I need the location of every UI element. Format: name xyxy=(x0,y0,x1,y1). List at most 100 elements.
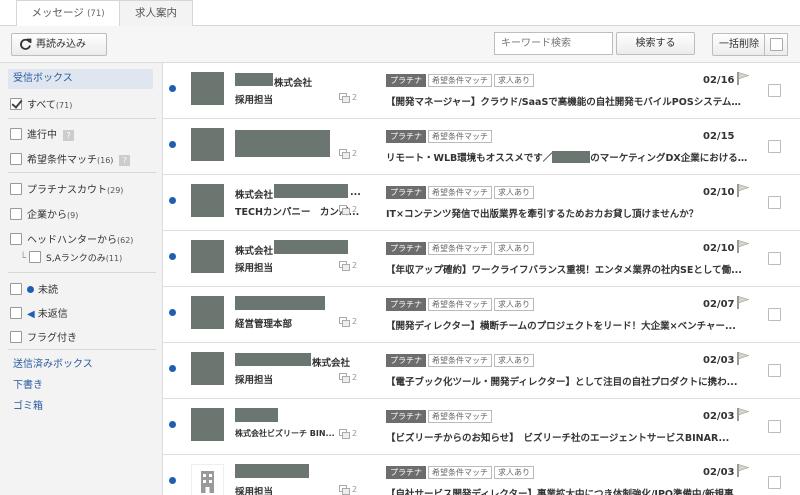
in-progress-checkbox[interactable] xyxy=(10,128,22,140)
sidebar-item-platinum-scout[interactable]: プラチナスカウト(29) xyxy=(10,181,123,196)
platinum-tag: プラチナ xyxy=(386,242,426,255)
row-checkbox[interactable] xyxy=(768,84,781,97)
subject-part: のマーケティングDX企業における... xyxy=(590,153,748,164)
messages-icon xyxy=(339,149,350,159)
platinum-checkbox[interactable] xyxy=(10,183,22,195)
job-tag: 求人あり xyxy=(494,186,534,199)
sidebar-item-all[interactable]: すべて(71) xyxy=(10,96,72,111)
unread-indicator xyxy=(169,421,176,428)
tab-jobs[interactable]: 求人案内 xyxy=(119,0,193,26)
message-subject[interactable]: 【年収アップ確約】ワークライフバランス重視！エンタメ業界の社内SEとして働... xyxy=(386,262,748,276)
row-checkbox[interactable] xyxy=(768,308,781,321)
message-subject[interactable]: 【ビズリーチからのお知らせ】 ビズリーチ社のエージェントサービスBINAR... xyxy=(386,430,748,444)
sidebar-unreplied-label: 未返信 xyxy=(37,309,68,320)
message-count-value: 2 xyxy=(352,205,358,214)
message-count: 2 xyxy=(339,93,357,103)
row-checkbox[interactable] xyxy=(768,140,781,153)
row-checkbox[interactable] xyxy=(768,196,781,209)
all-checkbox[interactable] xyxy=(10,98,22,110)
search-input[interactable] xyxy=(494,32,613,55)
row-checkbox[interactable] xyxy=(768,252,781,265)
divider xyxy=(8,172,156,173)
avatar xyxy=(191,408,224,441)
message-row[interactable]: 採用担当 2 プラチナ 希望条件マッチ 求人あり 【自社サービス開発ディレクター】事… xyxy=(163,455,800,495)
flag-icon[interactable] xyxy=(736,239,750,253)
tag-group: プラチナ 希望条件マッチ 求人あり xyxy=(386,298,536,312)
messages-icon xyxy=(339,485,350,495)
row-checkbox[interactable] xyxy=(768,364,781,377)
message-subject[interactable]: IT×コンテンツ発信で出版業界を牽引するためおカお貸し頂けませんか？ xyxy=(386,206,748,220)
message-row[interactable]: 株式会社 採用担当 2 プラチナ 希望条件マッチ 求人あり 【電子ブック化ツール・開… xyxy=(163,343,800,399)
sidebar-item-sent[interactable]: 送信済みボックス xyxy=(13,355,93,370)
flagged-checkbox[interactable] xyxy=(10,331,22,343)
flag-icon[interactable] xyxy=(736,407,750,421)
message-row[interactable]: 株式会社 採用担当 2 プラチナ 希望条件マッチ 求人あり 【年収アップ確約】ワーク… xyxy=(163,231,800,287)
sidebar-in-progress-label: 進行中 xyxy=(27,130,57,141)
search-button[interactable]: 検索する xyxy=(616,32,695,55)
message-subject[interactable]: 【開発マネージャー】クラウド/SaaSで高機能の自社開発モバイルPOSシステムを… xyxy=(386,94,748,108)
flag-icon[interactable] xyxy=(736,295,750,309)
tag-group: プラチナ 希望条件マッチ 求人あり xyxy=(386,354,536,368)
sidebar-item-in-progress[interactable]: 進行中? xyxy=(10,126,74,141)
message-row[interactable]: 2 プラチナ 希望条件マッチ リモート・WLB環境もオススメです／ のマーケティング… xyxy=(163,119,800,175)
tab-messages[interactable]: メッセージ (71) xyxy=(16,0,120,27)
message-subject[interactable]: リモート・WLB環境もオススメです／ のマーケティングDX企業における... xyxy=(386,150,748,164)
message-subject[interactable]: 【自社サービス開発ディレクター】事業拡大中につき体制強化/IPO準備中/新規事.… xyxy=(386,486,748,495)
message-row[interactable]: 株式会社 採用担当 2 プラチナ 希望条件マッチ 求人あり 【開発マネージャー】クラ… xyxy=(163,63,800,119)
s-rank-checkbox[interactable] xyxy=(29,251,42,263)
message-subject[interactable]: 【開発ディレクター】横断チームのプロジェクトをリード！大企業×ベンチャー... xyxy=(386,318,748,332)
reload-button[interactable]: 再読み込み xyxy=(11,33,107,56)
avatar xyxy=(191,72,224,105)
message-date: 02/15 xyxy=(703,131,735,142)
sidebar-item-headhunter[interactable]: ヘッドハンターから(62) xyxy=(10,231,133,246)
select-all-checkbox[interactable] xyxy=(764,33,788,56)
message-count: 2 xyxy=(339,485,357,495)
sidebar-item-flagged[interactable]: フラグ付き xyxy=(10,329,77,344)
flag-icon[interactable] xyxy=(736,463,750,477)
sidebar-item-s-rank[interactable]: └ S,Aランクのみ(11) xyxy=(20,251,122,264)
help-icon[interactable]: ? xyxy=(119,155,131,166)
redacted-block xyxy=(552,151,591,163)
flag-icon[interactable] xyxy=(736,183,750,197)
tag-group: プラチナ 希望条件マッチ 求人あり xyxy=(386,242,536,256)
message-row[interactable]: 経営管理本部 2 プラチナ 希望条件マッチ 求人あり 【開発ディレクター】横断チーム… xyxy=(163,287,800,343)
job-tag: 求人あり xyxy=(494,242,534,255)
bulk-delete-button[interactable]: 一括削除 xyxy=(712,33,765,56)
sidebar-item-drafts[interactable]: 下書き xyxy=(13,376,43,391)
match-checkbox[interactable] xyxy=(10,153,22,165)
sidebar-s-rank-label: S,Aランクのみ xyxy=(46,254,106,264)
avatar xyxy=(191,240,224,273)
flag-icon[interactable] xyxy=(736,351,750,365)
message-row[interactable]: 株式会社ビズリーチ BIN... 2 プラチナ 希望条件マッチ 【ビズリーチからの… xyxy=(163,399,800,455)
sidebar-item-unread[interactable]: 未読 xyxy=(10,281,58,296)
sidebar-item-trash[interactable]: ゴミ箱 xyxy=(13,397,43,412)
unread-indicator xyxy=(169,477,176,484)
sidebar-s-rank-count: (11) xyxy=(105,254,123,263)
help-icon[interactable]: ? xyxy=(63,130,74,141)
unread-indicator xyxy=(169,365,176,372)
job-tag: 求人あり xyxy=(494,466,534,479)
messages-icon xyxy=(339,205,350,215)
unreplied-checkbox[interactable] xyxy=(10,307,22,319)
unread-checkbox[interactable] xyxy=(10,283,22,295)
sidebar-item-inbox[interactable]: 受信ボックス xyxy=(8,69,153,89)
sender-name: 株式会社 xyxy=(312,358,351,369)
row-checkbox[interactable] xyxy=(768,476,781,489)
flag-icon[interactable] xyxy=(736,71,750,85)
from-company-checkbox[interactable] xyxy=(10,208,22,220)
row-checkbox[interactable] xyxy=(768,420,781,433)
avatar xyxy=(191,352,224,385)
message-count-value: 2 xyxy=(352,373,358,382)
sidebar-headhunter-label: ヘッドハンターから xyxy=(27,235,117,246)
sidebar-item-unreplied[interactable]: ◀ 未返信 xyxy=(10,305,68,320)
message-subject[interactable]: 【電子ブック化ツール・開発ディレクター】として注目の自社プロダクトに携わ... xyxy=(386,374,748,388)
message-list: 株式会社 採用担当 2 プラチナ 希望条件マッチ 求人あり 【開発マネージャー】クラ… xyxy=(163,63,800,495)
sidebar-item-from-company[interactable]: 企業から(9) xyxy=(10,206,78,221)
sender-name: 株式会社 xyxy=(235,190,274,201)
redacted-block xyxy=(235,353,311,366)
message-row[interactable]: 株式会社 ... TECHカンパニー カンパ... 2 プラチナ 希望条件マッチ求… xyxy=(163,175,800,231)
platinum-tag: プラチナ xyxy=(386,74,426,87)
sidebar-item-match[interactable]: 希望条件マッチ(16)? xyxy=(10,151,131,166)
sidebar-from-company-count: (9) xyxy=(67,211,79,220)
headhunter-checkbox[interactable] xyxy=(10,233,22,245)
